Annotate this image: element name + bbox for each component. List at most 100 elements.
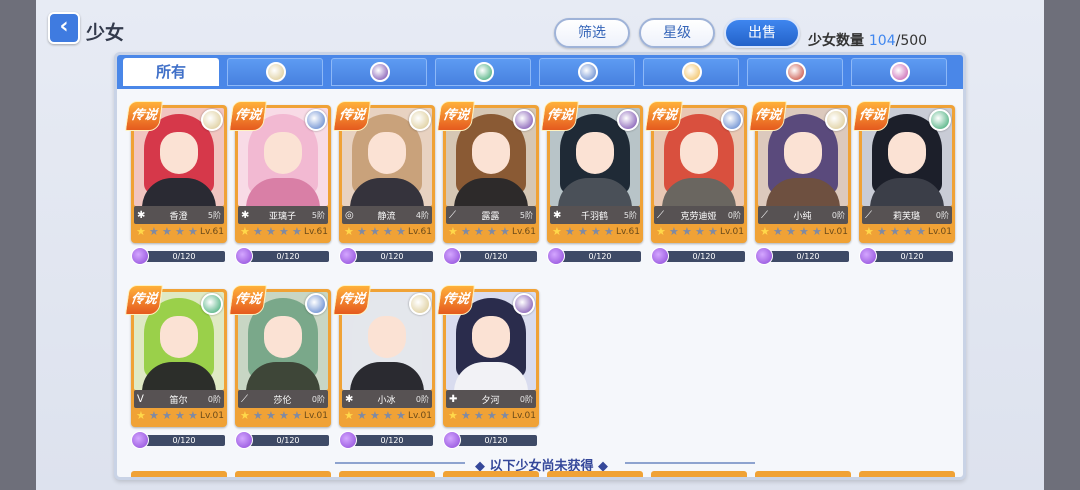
star-bar: ★ ★ ★ ★ ★ Lv.61 [238, 225, 328, 239]
class-icon: ✱ [137, 209, 146, 221]
fragment-icon [235, 431, 253, 449]
star-icon: ★ [448, 225, 458, 238]
girl-card[interactable]: 传说 ⟋ 露露 5阶 ★ ★ ★ ★ ★ Lv.61 0/120 [436, 101, 539, 271]
star-icon: ★ [396, 409, 406, 422]
tab-3[interactable] [435, 58, 531, 86]
element-icon [513, 109, 535, 131]
filter-button[interactable]: 筛选 [554, 18, 630, 48]
girl-name: 莉芙璐 [892, 211, 920, 222]
girl-card[interactable]: 传说 ◎ 静流 4阶 ★ ★ ★ ★ ★ Lv.61 0/120 [332, 101, 435, 271]
class-icon: ✱ [553, 209, 562, 221]
fragment-icon [547, 247, 565, 265]
girl-name: 亚璃子 [268, 211, 296, 222]
red-emblem-icon [786, 62, 806, 82]
star-icon: ★ [760, 225, 770, 238]
legend-badge: 传说 [436, 285, 476, 315]
girl-card[interactable]: 传说 ⟋ 莎伦 0阶 ★ ★ ★ ★ ★ Lv.01 0/120 [228, 285, 331, 455]
star-icon: ★ [916, 225, 926, 238]
portrait-face [264, 132, 302, 174]
girl-card[interactable]: 传说 ✱ 小冰 0阶 ★ ★ ★ ★ ★ Lv.01 0/120 [332, 285, 435, 455]
fragment-row: 0/120 [443, 247, 539, 265]
legend-badge: 传说 [124, 101, 164, 131]
girl-count-current: 104 [868, 33, 896, 49]
fragment-row: 0/120 [443, 431, 539, 449]
fragment-progress: 0/120 [559, 251, 641, 262]
girl-level: Lv.01 [200, 411, 224, 421]
fragment-row: 0/120 [651, 247, 747, 265]
fragment-progress: 0/120 [455, 435, 537, 446]
star-icon: ★ [357, 409, 367, 422]
fragment-row: 0/120 [131, 247, 227, 265]
girl-card[interactable]: 传说 ᐯ 笛尔 0阶 ★ ★ ★ ★ ★ Lv.01 0/120 [124, 285, 227, 455]
element-icon [201, 109, 223, 131]
tab-4[interactable] [539, 58, 635, 86]
next-row-card[interactable] [443, 471, 539, 477]
fragment-progress: 0/120 [871, 251, 953, 262]
star-icon: ★ [279, 225, 289, 238]
star-rating: ★ ★ ★ ★ ★ [864, 226, 928, 238]
next-row-card[interactable] [339, 471, 435, 477]
star-icon: ★ [240, 225, 250, 238]
card-frame: 传说 ✱ 香澄 5阶 ★ ★ ★ ★ ★ Lv.61 [124, 101, 227, 243]
girl-level: Lv.61 [408, 227, 432, 237]
girl-count-max: /500 [895, 33, 928, 49]
element-icon [617, 109, 639, 131]
star-icon: ★ [136, 225, 146, 238]
card-frame: 传说 ✚ 夕河 0阶 ★ ★ ★ ★ ★ Lv.01 [436, 285, 539, 427]
tab-2[interactable] [331, 58, 427, 86]
next-row-card[interactable] [859, 471, 955, 477]
girl-level: Lv.01 [408, 411, 432, 421]
element-icon [929, 109, 951, 131]
star-icon: ★ [188, 409, 198, 422]
back-button[interactable]: ‹ [48, 12, 80, 44]
girl-card[interactable]: 传说 ⟋ 小纯 0阶 ★ ★ ★ ★ ★ Lv.01 0/120 [748, 101, 851, 271]
girl-level: Lv.01 [720, 227, 744, 237]
next-row-card[interactable] [755, 471, 851, 477]
star-icon: ★ [396, 225, 406, 238]
element-icon [409, 293, 431, 315]
sell-button[interactable]: 出售 [724, 18, 800, 48]
girl-tier: 5阶 [519, 210, 533, 220]
girl-level: Lv.61 [512, 227, 536, 237]
girl-card[interactable]: 传说 ⟋ 克劳迪娅 0阶 ★ ★ ★ ★ ★ Lv.01 0/120 [644, 101, 747, 271]
fragment-icon [755, 247, 773, 265]
card-frame: 传说 ⟋ 克劳迪娅 0阶 ★ ★ ★ ★ ★ Lv.01 [644, 101, 747, 243]
next-row-card[interactable] [547, 471, 643, 477]
star-icon: ★ [188, 225, 198, 238]
star-icon: ★ [253, 225, 263, 238]
tab-6[interactable] [747, 58, 843, 86]
tab-0[interactable]: 所有 [123, 58, 219, 86]
girl-card[interactable]: 传说 ⟋ 莉芙璐 0阶 ★ ★ ★ ★ ★ Lv.01 0/120 [852, 101, 955, 271]
star-bar: ★ ★ ★ ★ ★ Lv.01 [446, 409, 536, 423]
star-icon: ★ [344, 225, 354, 238]
tab-5[interactable] [643, 58, 739, 86]
girl-card[interactable]: 传说 ✱ 香澄 5阶 ★ ★ ★ ★ ★ Lv.61 0/120 [124, 101, 227, 271]
girl-name: 千羽鹤 [580, 211, 608, 222]
star-bar: ★ ★ ★ ★ ★ Lv.61 [342, 225, 432, 239]
star-rating: ★ ★ ★ ★ ★ [760, 226, 824, 238]
tab-7[interactable] [851, 58, 947, 86]
girl-card[interactable]: 传说 ✚ 夕河 0阶 ★ ★ ★ ★ ★ Lv.01 0/120 [436, 285, 539, 455]
portrait-face [472, 316, 510, 358]
tab-1[interactable] [227, 58, 323, 86]
fragment-progress: 0/120 [455, 251, 537, 262]
portrait-face [784, 132, 822, 174]
name-bar: ✱ 亚璃子 5阶 [238, 206, 328, 224]
star-sort-button[interactable]: 星级 [639, 18, 715, 48]
portrait-face [888, 132, 926, 174]
girl-name: 莎伦 [273, 395, 292, 406]
star-icon: ★ [357, 225, 367, 238]
fragment-icon [131, 431, 149, 449]
next-row-card[interactable] [651, 471, 747, 477]
star-icon: ★ [474, 225, 484, 238]
next-row-card[interactable] [235, 471, 331, 477]
next-row-card[interactable] [131, 471, 227, 477]
girl-card[interactable]: 传说 ✱ 千羽鹤 5阶 ★ ★ ★ ★ ★ Lv.61 0/120 [540, 101, 643, 271]
purple-emblem-icon [370, 62, 390, 82]
girl-name: 夕河 [481, 395, 500, 406]
class-icon: ✱ [241, 209, 250, 221]
star-icon: ★ [383, 409, 393, 422]
girl-card[interactable]: 传说 ✱ 亚璃子 5阶 ★ ★ ★ ★ ★ Lv.61 0/120 [228, 101, 331, 271]
girl-tier: 0阶 [311, 394, 325, 404]
star-rating: ★ ★ ★ ★ ★ [448, 226, 512, 238]
